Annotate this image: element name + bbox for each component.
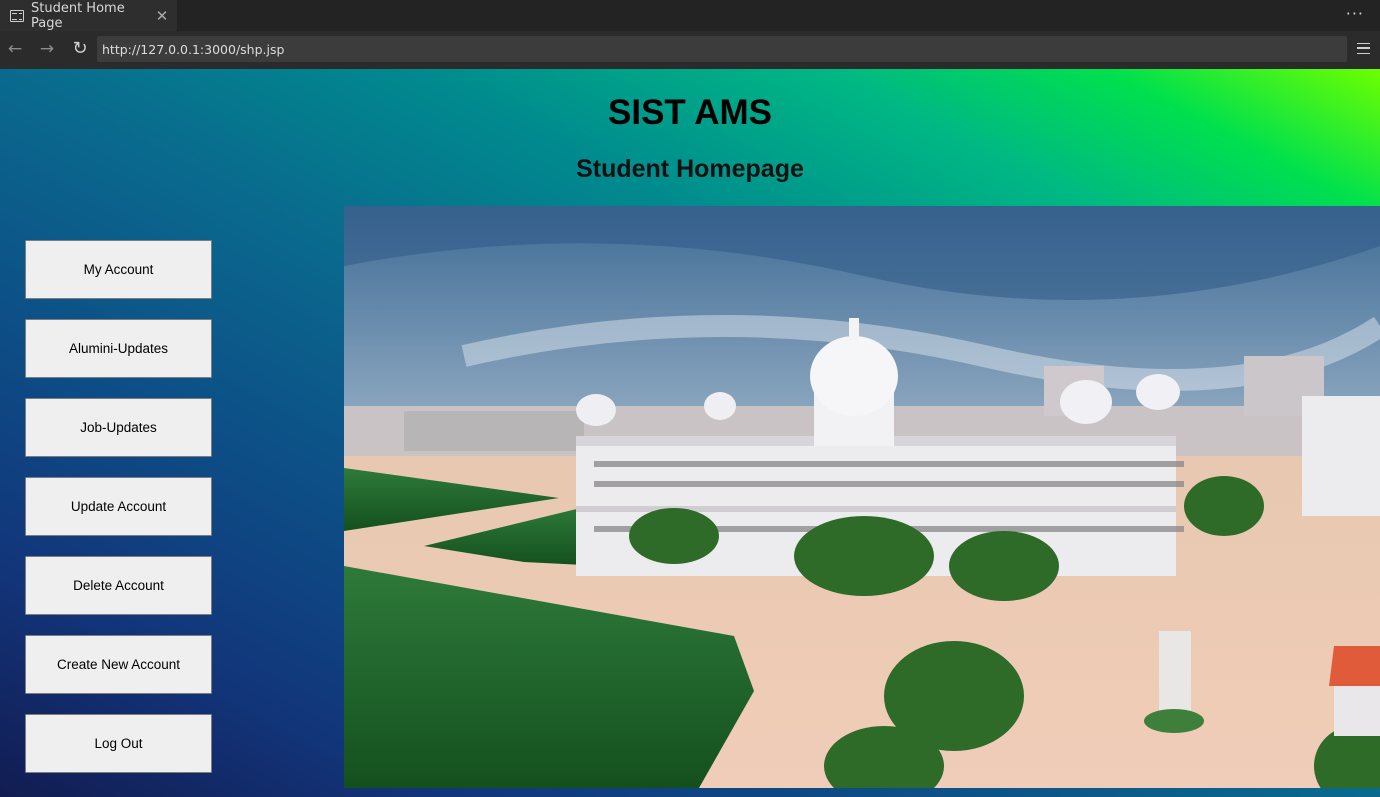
delete-account-button[interactable]: Delete Account <box>25 556 212 615</box>
reload-icon[interactable]: ↻ <box>70 39 90 59</box>
page-subtitle: Student Homepage <box>576 155 804 183</box>
more-icon[interactable]: ··· <box>1346 4 1364 23</box>
browser-tab[interactable]: Student Home Page ✕ <box>0 0 177 31</box>
alumni-updates-button[interactable]: Alumini-Updates <box>25 319 212 378</box>
back-arrow-icon[interactable]: ← <box>5 39 25 59</box>
create-new-account-button[interactable]: Create New Account <box>25 635 212 694</box>
page-title: SIST AMS <box>608 93 772 132</box>
browser-nav-bar: ← → ↻ <box>0 31 1380 69</box>
page-body: SIST AMS Student Homepage My Account Alu… <box>0 69 1380 797</box>
page-icon <box>10 9 24 22</box>
url-input[interactable] <box>97 36 1347 62</box>
address-bar[interactable] <box>97 36 1347 62</box>
campus-illustration <box>344 206 1380 788</box>
job-updates-button[interactable]: Job-Updates <box>25 398 212 457</box>
my-account-button[interactable]: My Account <box>25 240 212 299</box>
hamburger-menu-icon[interactable] <box>1357 43 1370 54</box>
update-account-button[interactable]: Update Account <box>25 477 212 536</box>
forward-arrow-icon[interactable]: → <box>37 39 57 59</box>
log-out-button[interactable]: Log Out <box>25 714 212 773</box>
campus-photo <box>344 206 1380 788</box>
browser-tab-bar: Student Home Page ✕ ··· <box>0 0 1380 31</box>
tab-title: Student Home Page <box>31 0 125 31</box>
close-icon[interactable]: ✕ <box>153 7 171 25</box>
